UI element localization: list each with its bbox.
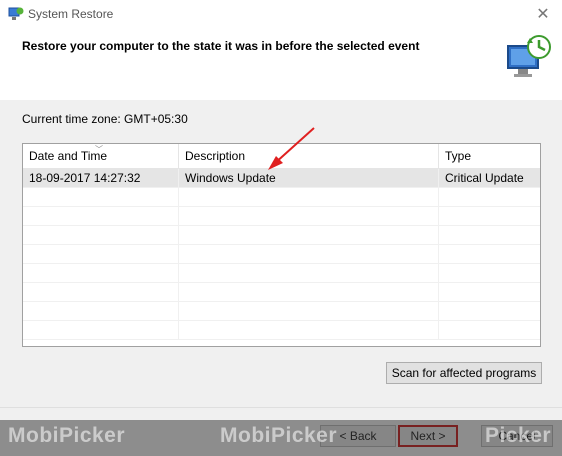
next-button[interactable]: Next >	[398, 425, 458, 447]
close-icon: ✕	[536, 6, 550, 23]
column-header-type[interactable]: Type	[439, 144, 540, 168]
empty-row	[23, 302, 540, 321]
system-restore-app-icon	[8, 7, 24, 20]
watermark-logo: MobiPicker	[8, 424, 126, 447]
window-title: System Restore	[28, 7, 114, 21]
system-restore-icon	[507, 35, 551, 77]
scan-affected-programs-button[interactable]: Scan for affected programs	[386, 362, 542, 384]
table-row[interactable]: 18-09-2017 14:27:32 Windows Update Criti…	[23, 169, 540, 188]
cancel-button[interactable]: Cancel	[481, 425, 553, 447]
table-header: ﹀ Date and Time Description Type	[23, 144, 540, 169]
column-header-date-and-time[interactable]: ﹀ Date and Time	[23, 144, 179, 168]
cell-type: Critical Update	[445, 171, 524, 185]
header-panel: Restore your computer to the state it wa…	[0, 28, 562, 100]
current-time-zone-label: Current time zone: GMT+05:30	[22, 112, 188, 126]
empty-row	[23, 245, 540, 264]
empty-row	[23, 283, 540, 302]
restore-points-table: ﹀ Date and Time Description Type 18-09-2…	[22, 143, 541, 347]
close-button[interactable]: ✕	[528, 2, 558, 26]
cell-description: Windows Update	[179, 169, 439, 187]
column-header-description[interactable]: Description	[179, 144, 439, 168]
empty-row	[23, 321, 540, 340]
page-heading: Restore your computer to the state it wa…	[22, 39, 420, 53]
empty-row	[23, 264, 540, 283]
title-bar: System Restore ✕	[0, 0, 562, 28]
watermark-band	[0, 420, 562, 456]
empty-row	[23, 226, 540, 245]
empty-row	[23, 207, 540, 226]
empty-row	[23, 188, 540, 207]
cell-date-and-time: 18-09-2017 14:27:32	[23, 169, 179, 187]
sort-caret-icon: ﹀	[95, 145, 103, 154]
footer-divider	[0, 407, 562, 408]
back-button[interactable]: < Back	[320, 425, 396, 447]
